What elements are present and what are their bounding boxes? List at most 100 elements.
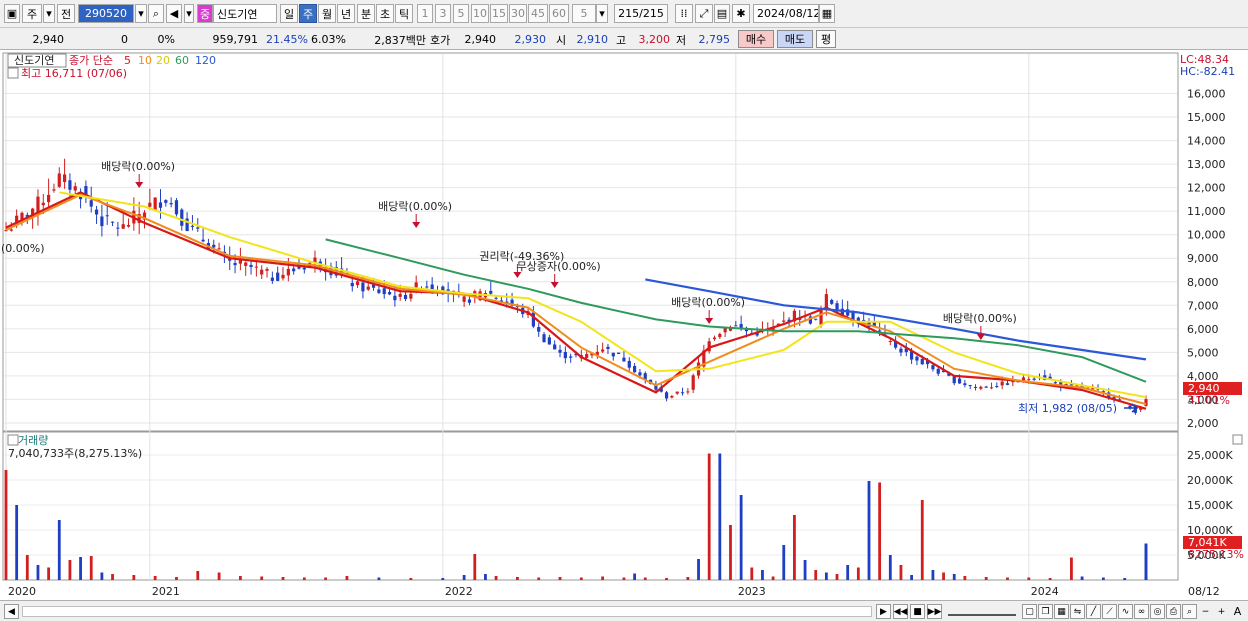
bottom-bar: ◀ ▶ ◀◀ ■ ▶▶ ▢ ❐ ▦ ⇋ ╱ ⟋ ∿ ∞ ◎ ⎙ ⌕ − + A bbox=[0, 600, 1248, 621]
candle-body bbox=[265, 268, 269, 271]
copy-icon[interactable]: ❐ bbox=[1038, 604, 1053, 619]
candle-body bbox=[611, 352, 615, 357]
stop-icon[interactable]: ■ bbox=[910, 604, 925, 619]
chart-area[interactable]: 2,000 3,000 4,000 5,000 6,000 7,000 8,000 9,000… bbox=[0, 50, 1248, 602]
wave-icon[interactable]: ∿ bbox=[1118, 604, 1133, 619]
interval-5[interactable]: 5 bbox=[453, 4, 469, 23]
scrollbar-track[interactable] bbox=[22, 606, 872, 617]
window-icon[interactable]: ▢ bbox=[1022, 604, 1037, 619]
interval-field[interactable]: 5 bbox=[572, 4, 596, 23]
candle-body bbox=[361, 282, 365, 292]
candle-body bbox=[196, 227, 200, 229]
period-tick[interactable]: 틱 bbox=[395, 4, 413, 23]
interval-1[interactable]: 1 bbox=[417, 4, 433, 23]
last-date-label: 08/12 bbox=[1188, 585, 1220, 598]
link-icon[interactable]: ∞ bbox=[1134, 604, 1149, 619]
interval-label: 15 bbox=[492, 7, 506, 20]
avg-button[interactable]: 평 bbox=[816, 30, 836, 48]
date-field[interactable]: 2024/08/12 bbox=[753, 4, 819, 23]
interval-60[interactable]: 60 bbox=[549, 4, 569, 23]
scroll-left-icon[interactable]: ◀ bbox=[4, 604, 19, 619]
candle-body bbox=[62, 174, 67, 183]
prev-label: 전 bbox=[60, 7, 72, 21]
search-icon[interactable]: ⌕ bbox=[148, 4, 164, 23]
volume-title: 거래량 bbox=[18, 434, 48, 447]
interval-3[interactable]: 3 bbox=[435, 4, 451, 23]
sell-button[interactable]: 매도 bbox=[777, 30, 813, 48]
scroll-right-icon[interactable]: ▶ bbox=[876, 604, 891, 619]
chevron-down-icon[interactable]: ▾ bbox=[135, 4, 147, 23]
period-year[interactable]: 년 bbox=[337, 4, 355, 23]
calendar-icon[interactable]: ▦ bbox=[819, 4, 835, 23]
interval-10[interactable]: 10 bbox=[471, 4, 489, 23]
candle-body bbox=[1053, 382, 1058, 384]
scale-icon[interactable]: ⇋ bbox=[1070, 604, 1085, 619]
candle-body bbox=[403, 294, 408, 300]
candle-body bbox=[989, 387, 994, 389]
chevron-down-icon[interactable]: ▾ bbox=[596, 4, 608, 23]
code-input[interactable]: 290520 bbox=[78, 4, 134, 23]
avg-label: 평 bbox=[820, 33, 832, 46]
interval-30[interactable]: 30 bbox=[509, 4, 527, 23]
zoom-out-button[interactable]: − bbox=[1198, 604, 1213, 619]
speaker-icon[interactable]: ◀ bbox=[166, 4, 182, 23]
candle-body bbox=[350, 282, 354, 287]
fast-forward-icon[interactable]: ▶▶ bbox=[927, 604, 942, 619]
x-tick-label: 2020 bbox=[8, 585, 36, 598]
interval-label: 10 bbox=[473, 7, 487, 20]
period-day[interactable]: 일 bbox=[280, 4, 298, 23]
chevron-down-icon[interactable]: ▾ bbox=[43, 4, 55, 23]
volume-bar bbox=[761, 570, 764, 580]
rewind-icon[interactable]: ◀◀ bbox=[893, 604, 908, 619]
period-label: 년 bbox=[340, 7, 352, 21]
count-field[interactable]: 215/215 bbox=[614, 4, 668, 23]
grid-icon[interactable]: ⁞⁞ bbox=[675, 4, 693, 23]
expand-icon[interactable] bbox=[7, 67, 19, 79]
prev-button[interactable]: 전 bbox=[57, 4, 75, 23]
line-draw-icon[interactable]: ╱ bbox=[1086, 604, 1101, 619]
period-label: 틱 bbox=[398, 7, 410, 21]
current-price-pct: 41.01% bbox=[1188, 394, 1230, 407]
volume-bar bbox=[324, 577, 328, 580]
candle-body bbox=[862, 319, 866, 321]
print-icon[interactable]: ⎙ bbox=[1166, 604, 1181, 619]
volume-bar bbox=[537, 577, 541, 580]
volume-bar bbox=[100, 572, 104, 580]
stock-name-field[interactable]: 신도기연 bbox=[213, 4, 277, 23]
search-icon[interactable]: ⌕ bbox=[1182, 604, 1197, 619]
trend-icon[interactable]: ⟋ bbox=[1102, 604, 1117, 619]
period-week[interactable]: 주 bbox=[299, 4, 317, 23]
buy-button[interactable]: 매수 bbox=[738, 30, 774, 48]
gear-icon[interactable]: ✱ bbox=[732, 4, 750, 23]
ma20-label: 20 bbox=[156, 54, 170, 67]
volume-bar bbox=[846, 565, 850, 580]
font-size-button[interactable]: A bbox=[1230, 604, 1245, 619]
table-icon[interactable]: ▦ bbox=[1054, 604, 1069, 619]
zoom-in-button[interactable]: + bbox=[1214, 604, 1229, 619]
interval-label: 30 bbox=[511, 7, 525, 20]
save-icon[interactable]: ▤ bbox=[714, 4, 730, 23]
window-icon[interactable]: ▣ bbox=[4, 4, 20, 23]
interval-15[interactable]: 15 bbox=[490, 4, 508, 23]
eye-icon[interactable]: ◎ bbox=[1150, 604, 1165, 619]
period-second[interactable]: 초 bbox=[376, 4, 394, 23]
period-month[interactable]: 월 bbox=[318, 4, 336, 23]
chevron-down-icon[interactable]: ▾ bbox=[184, 4, 194, 23]
candle-body bbox=[382, 288, 386, 295]
volume-bar bbox=[409, 578, 413, 580]
volume-bar bbox=[707, 453, 711, 580]
mode-select[interactable]: 주 bbox=[22, 4, 42, 23]
candle-body bbox=[494, 297, 498, 299]
candle-body bbox=[489, 290, 493, 294]
candle-body bbox=[116, 227, 120, 229]
volume-expand-icon[interactable] bbox=[7, 434, 19, 446]
period-minute[interactable]: 분 bbox=[357, 4, 375, 23]
candle-body bbox=[281, 274, 285, 279]
volume-bar bbox=[697, 559, 700, 580]
volume-bar bbox=[1027, 577, 1031, 580]
close-icon[interactable] bbox=[1232, 434, 1243, 445]
zoom-slider[interactable] bbox=[948, 608, 1016, 616]
interval-45[interactable]: 45 bbox=[528, 4, 548, 23]
volume-bar bbox=[824, 572, 828, 580]
crosshair-icon[interactable]: ⤢ bbox=[695, 4, 713, 23]
